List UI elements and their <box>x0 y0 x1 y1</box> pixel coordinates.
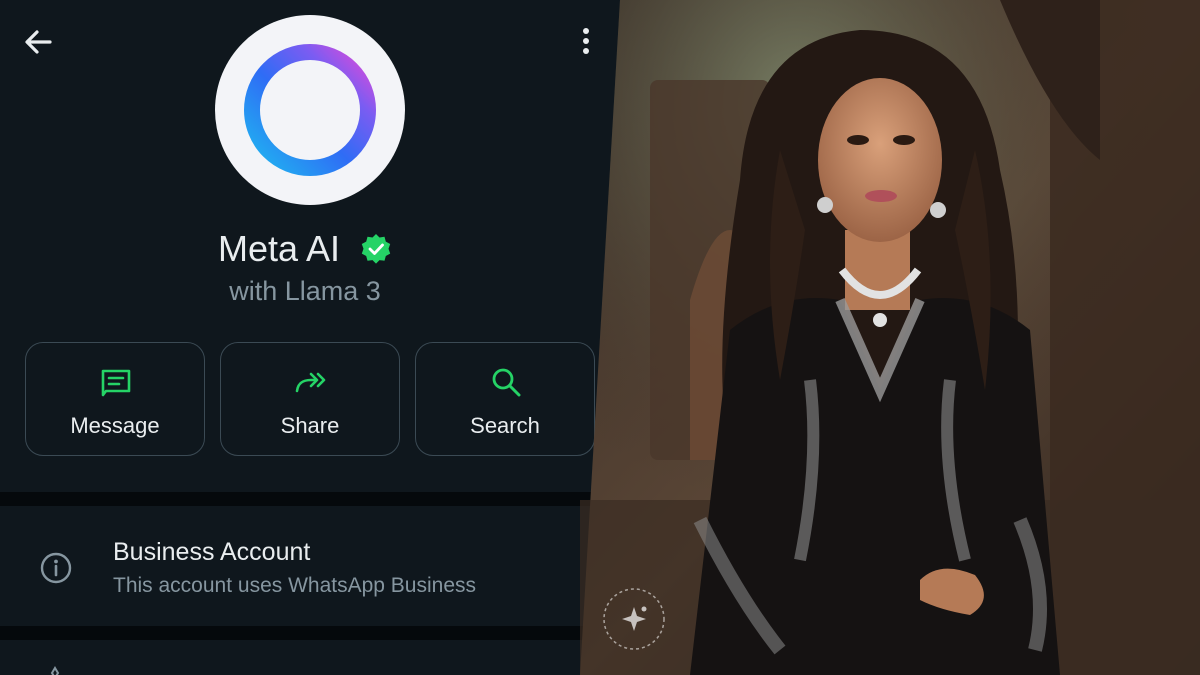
share-button-label: Share <box>280 413 340 438</box>
message-icon <box>101 369 131 397</box>
search-button[interactable]: Search <box>415 342 595 456</box>
profile-name: Meta AI <box>217 228 341 270</box>
info-icon <box>40 552 72 584</box>
back-button[interactable] <box>22 26 54 58</box>
section-divider <box>0 626 620 640</box>
share-button[interactable]: Share <box>220 342 400 456</box>
section-divider <box>0 492 620 506</box>
profile-name-row: Meta AI <box>0 226 610 270</box>
message-button-label: Message <box>70 413 160 438</box>
profile-avatar[interactable] <box>215 15 405 205</box>
ai-imagined-watermark-icon <box>603 588 665 650</box>
share-icon <box>295 372 326 393</box>
business-account-row[interactable]: Business Account This account uses Whats… <box>0 506 620 626</box>
profile-subtitle: with Llama 3 <box>229 276 381 306</box>
business-account-subtitle: This account uses WhatsApp Business <box>113 574 477 597</box>
settings-icon <box>50 666 60 675</box>
verified-badge-icon <box>361 234 391 265</box>
message-button[interactable]: Message <box>25 342 205 456</box>
search-button-label: Search <box>470 413 540 438</box>
back-arrow-icon <box>25 30 52 54</box>
ai-generated-portrait <box>580 0 1200 675</box>
next-list-row[interactable] <box>0 640 620 675</box>
search-icon <box>492 368 521 397</box>
profile-panel: Meta AI with Llama 3 Message Share Searc… <box>0 0 620 675</box>
meta-ai-ring-icon <box>244 44 376 176</box>
business-account-title: Business Account <box>113 538 311 566</box>
portrait-image <box>580 0 1200 675</box>
